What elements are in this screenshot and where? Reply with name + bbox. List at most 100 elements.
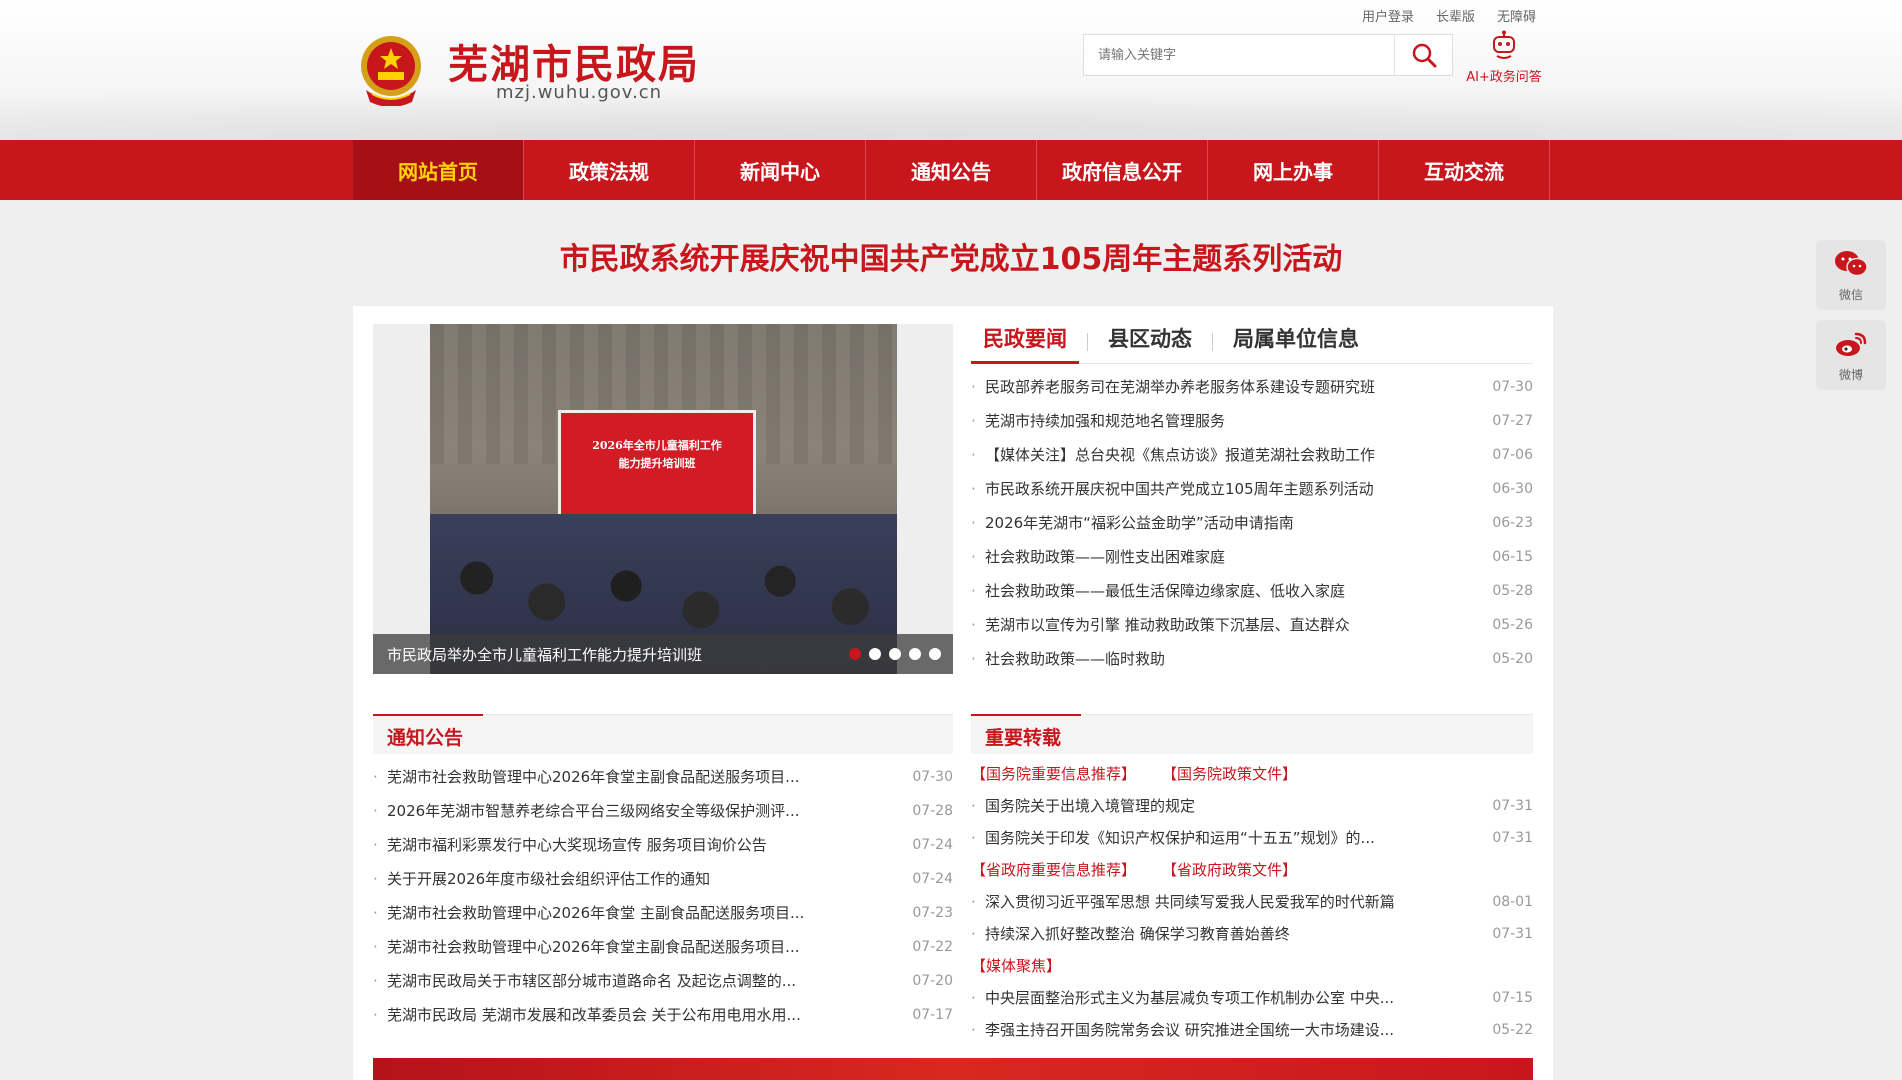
wechat-icon	[1835, 251, 1868, 277]
list-item: 芜湖市福利彩票发行中心大奖现场宣传 服务项目询价公告 07-24	[373, 828, 953, 862]
carousel-dots	[849, 648, 941, 660]
carousel-dot[interactable]	[909, 648, 921, 660]
robot-icon	[1493, 30, 1515, 59]
reprints-list: 深入贯彻习近平强军思想 共同续写爱我人民爱我军的时代新篇 08-01 持续深入抓好…	[971, 886, 1533, 950]
search-button[interactable]	[1394, 35, 1452, 75]
notice-link[interactable]: 芜湖市民政局关于市辖区部分城市道路命名 及起讫点调整的...	[373, 964, 796, 998]
ai-qa-button[interactable]: AI+政务问答	[1458, 30, 1550, 85]
nav-home[interactable]: 网站首页	[353, 140, 524, 200]
news-link[interactable]: 社会救助政策——最低生活保障边缘家庭、低收入家庭	[971, 574, 1345, 608]
reprint-link[interactable]: 持续深入抓好整改整治 确保学习教育善始善终	[971, 918, 1290, 950]
site-header: 用户登录 长辈版 无障碍 芜湖市民政局 mzj.wuhu.gov.cn 请输入关…	[0, 0, 1902, 140]
reprints-header: 重要转载	[971, 714, 1533, 754]
list-item: 芜湖市民政局 芜湖市发展和改革委员会 关于公布用电用水用... 07-17	[373, 998, 953, 1032]
national-emblem-icon	[361, 36, 421, 106]
notices-heading[interactable]: 通知公告	[387, 723, 463, 750]
news-link[interactable]: 市民政系统开展庆祝中国共产党成立105周年主题系列活动	[971, 472, 1374, 506]
nav-online-services[interactable]: 网上办事	[1208, 140, 1379, 200]
notice-link[interactable]: 2026年芜湖市智慧养老综合平台三级网络安全等级保护测评...	[373, 794, 799, 828]
notice-date: 07-24	[912, 837, 953, 853]
photo-carousel[interactable]: 2026年全市儿童福利工作 能力提升培训班 市民政局举办全市儿童福利工作能力提升…	[373, 324, 953, 674]
nav-policy[interactable]: 政策法规	[524, 140, 695, 200]
elder-version-link[interactable]: 长辈版	[1436, 6, 1475, 25]
notice-link[interactable]: 芜湖市民政局 芜湖市发展和改革委员会 关于公布用电用水用...	[373, 998, 801, 1032]
notice-date: 07-17	[912, 1007, 953, 1023]
list-item: 芜湖市持续加强和规范地名管理服务 07-27	[971, 404, 1533, 438]
main-content: 2026年全市儿童福利工作 能力提升培训班 市民政局举办全市儿童福利工作能力提升…	[353, 306, 1553, 1080]
list-item: 持续深入抓好整改整治 确保学习教育善始善终 07-31	[971, 918, 1533, 950]
list-item: 芜湖市社会救助管理中心2026年食堂主副食品配送服务项目... 07-30	[373, 760, 953, 794]
tab-county-news[interactable]: 县区动态	[1096, 323, 1204, 363]
news-link[interactable]: 社会救助政策——刚性支出困难家庭	[971, 540, 1225, 574]
news-link[interactable]: 民政部养老服务司在芜湖举办养老服务体系建设专题研究班	[971, 370, 1375, 404]
news-date: 05-26	[1492, 617, 1533, 633]
province-policy-link[interactable]: 【省政府政策文件】	[1162, 854, 1297, 886]
notices-header: 通知公告	[373, 714, 953, 754]
notice-link[interactable]: 芜湖市社会救助管理中心2026年食堂主副食品配送服务项目...	[373, 930, 799, 964]
search-input[interactable]	[1084, 35, 1394, 75]
site-domain: mzj.wuhu.gov.cn	[496, 82, 663, 103]
reprint-date: 07-15	[1492, 990, 1533, 1006]
news-link[interactable]: 芜湖市持续加强和规范地名管理服务	[971, 404, 1225, 438]
notice-link[interactable]: 关于开展2026年度市级社会组织评估工作的通知	[373, 862, 710, 896]
weibo-button[interactable]: 微博	[1816, 320, 1886, 390]
tab-unit-info[interactable]: 局属单位信息	[1221, 323, 1371, 363]
news-date: 05-28	[1492, 583, 1533, 599]
carousel-dot[interactable]	[889, 648, 901, 660]
reprint-date: 07-31	[1492, 798, 1533, 814]
notice-link[interactable]: 芜湖市福利彩票发行中心大奖现场宣传 服务项目询价公告	[373, 828, 767, 862]
news-date: 07-30	[1492, 379, 1533, 395]
province-info-link[interactable]: 【省政府重要信息推荐】	[971, 854, 1136, 886]
main-nav: 网站首页 政策法规 新闻中心 通知公告 政府信息公开 网上办事 互动交流	[0, 140, 1902, 200]
weibo-icon	[1836, 332, 1867, 356]
nav-gov-info[interactable]: 政府信息公开	[1037, 140, 1208, 200]
carousel-caption[interactable]: 市民政局举办全市儿童福利工作能力提升培训班	[387, 644, 702, 665]
reprint-link[interactable]: 中央层面整治形式主义为基层减负专项工作机制办公室 中央...	[971, 982, 1394, 1014]
bottom-banner[interactable]	[373, 1058, 1533, 1080]
reprint-link[interactable]: 国务院关于印发《知识产权保护和运用“十五五”规划》的...	[971, 822, 1375, 854]
list-item: 芜湖市社会救助管理中心2026年食堂主副食品配送服务项目... 07-22	[373, 930, 953, 964]
nav-news[interactable]: 新闻中心	[695, 140, 866, 200]
list-item: 国务院关于印发《知识产权保护和运用“十五五”规划》的... 07-31	[971, 822, 1533, 854]
news-link[interactable]: 【媒体关注】总台央视《焦点访谈》报道芜湖社会救助工作	[971, 438, 1375, 472]
nav-interaction[interactable]: 互动交流	[1379, 140, 1550, 200]
state-council-policy-link[interactable]: 【国务院政策文件】	[1162, 758, 1297, 790]
media-focus-link[interactable]: 【媒体聚焦】	[971, 950, 1061, 982]
list-item: 【媒体关注】总台央视《焦点访谈》报道芜湖社会救助工作 07-06	[971, 438, 1533, 472]
list-item: 民政部养老服务司在芜湖举办养老服务体系建设专题研究班 07-30	[971, 370, 1533, 404]
reprints-heading[interactable]: 重要转载	[985, 723, 1061, 750]
list-item: 关于开展2026年度市级社会组织评估工作的通知 07-24	[373, 862, 953, 896]
nav-notices[interactable]: 通知公告	[866, 140, 1037, 200]
stage-screen: 2026年全市儿童福利工作 能力提升培训班	[558, 410, 756, 525]
carousel-photo[interactable]: 2026年全市儿童福利工作 能力提升培训班	[430, 324, 897, 674]
list-item: 芜湖市民政局关于市辖区部分城市道路命名 及起讫点调整的... 07-20	[373, 964, 953, 998]
state-council-info-link[interactable]: 【国务院重要信息推荐】	[971, 758, 1136, 790]
news-date: 05-20	[1492, 651, 1533, 667]
carousel-dot[interactable]	[849, 648, 861, 660]
user-login-link[interactable]: 用户登录	[1362, 6, 1414, 25]
reprints-list: 中央层面整治形式主义为基层减负专项工作机制办公室 中央... 07-15 李强主持…	[971, 982, 1533, 1046]
list-item: 市民政系统开展庆祝中国共产党成立105周年主题系列活动 06-30	[971, 472, 1533, 506]
screen-text-line-1: 2026年全市儿童福利工作	[592, 439, 722, 452]
reprints-list: 国务院关于出境入境管理的规定 07-31 国务院关于印发《知识产权保护和运用“十五…	[971, 790, 1533, 854]
accessibility-link[interactable]: 无障碍	[1497, 6, 1536, 25]
carousel-dot[interactable]	[929, 648, 941, 660]
tab-civil-news[interactable]: 民政要闻	[971, 323, 1079, 364]
news-link[interactable]: 社会救助政策——临时救助	[971, 642, 1165, 676]
reprint-link[interactable]: 国务院关于出境入境管理的规定	[971, 790, 1195, 822]
screen-text-line-2: 能力提升培训班	[618, 457, 696, 470]
carousel-dot[interactable]	[869, 648, 881, 660]
headline-link[interactable]: 市民政系统开展庆祝中国共产党成立105周年主题系列活动	[0, 234, 1902, 278]
news-link[interactable]: 芜湖市以宣传为引擎 推动救助政策下沉基层、直达群众	[971, 608, 1350, 642]
list-item: 芜湖市以宣传为引擎 推动救助政策下沉基层、直达群众 05-26	[971, 608, 1533, 642]
notice-link[interactable]: 芜湖市社会救助管理中心2026年食堂主副食品配送服务项目...	[373, 760, 799, 794]
notice-link[interactable]: 芜湖市社会救助管理中心2026年食堂 主副食品配送服务项目...	[373, 896, 804, 930]
reprint-link[interactable]: 深入贯彻习近平强军思想 共同续写爱我人民爱我军的时代新篇	[971, 886, 1395, 918]
news-date: 07-06	[1492, 447, 1533, 463]
wechat-button[interactable]: 微信	[1816, 240, 1886, 310]
notice-date: 07-30	[912, 769, 953, 785]
news-link[interactable]: 2026年芜湖市“福彩公益金助学”活动申请指南	[971, 506, 1294, 540]
reprint-link[interactable]: 李强主持召开国务院常务会议 研究推进全国统一大市场建设...	[971, 1014, 1394, 1046]
news-tabs: 民政要闻 县区动态 局属单位信息	[971, 324, 1533, 364]
list-item: 2026年芜湖市“福彩公益金助学”活动申请指南 06-23	[971, 506, 1533, 540]
